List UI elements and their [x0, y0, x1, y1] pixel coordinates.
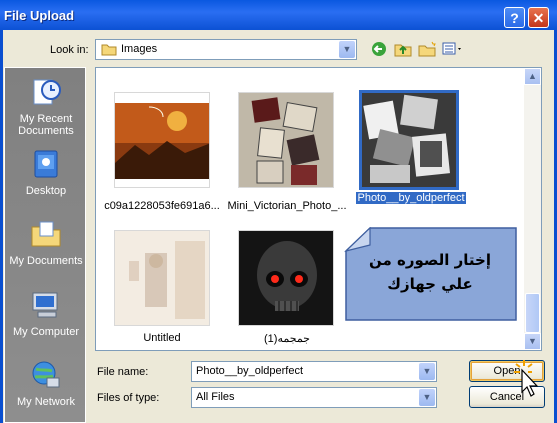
place-label: My Network [16, 396, 76, 408]
look-in-select[interactable]: Images ▼ [95, 39, 357, 60]
place-recent-documents[interactable]: My Recent Documents [5, 76, 87, 137]
thumbnail-skull[interactable] [238, 230, 334, 326]
help-button[interactable]: ? [504, 7, 525, 28]
callout-line-2: علي جهازك [387, 275, 473, 293]
look-in-label: Look in: [50, 44, 89, 56]
files-of-type-label: Files of type: [97, 392, 160, 404]
place-label: My Recent Documents [18, 113, 74, 137]
folder-icon [101, 44, 117, 56]
file-name-value: Photo__by_oldperfect [196, 365, 304, 377]
my-network-icon [32, 361, 60, 388]
back-icon[interactable] [369, 41, 389, 59]
chevron-down-icon[interactable]: ▼ [419, 389, 435, 406]
places-bar: My Recent Documents Desktop My Documents… [4, 67, 86, 423]
scroll-down-icon[interactable]: ▼ [524, 333, 541, 350]
place-label: My Computer [12, 326, 80, 338]
window-frame-left [0, 30, 3, 423]
desktop-icon [34, 150, 58, 178]
up-folder-icon[interactable] [393, 41, 413, 59]
place-my-documents[interactable]: My Documents [5, 218, 87, 267]
new-folder-icon[interactable] [417, 41, 437, 59]
chevron-down-icon[interactable]: ▼ [339, 41, 355, 58]
thumbnail-victorian-collage[interactable] [238, 92, 334, 188]
file-name[interactable]: Untitled [98, 332, 226, 344]
callout-line-1: إختار الصوره من [368, 251, 492, 269]
scroll-up-icon[interactable]: ▲ [524, 68, 541, 85]
place-label: Desktop [25, 185, 67, 197]
file-name[interactable]: c09a1228053fe691a6... [98, 200, 226, 212]
file-name[interactable]: Mini_Victorian_Photo_... [222, 200, 352, 212]
views-menu-icon[interactable] [441, 41, 465, 59]
title-bar[interactable]: File Upload ? ✕ [0, 0, 557, 30]
file-name-input[interactable]: Photo__by_oldperfect ▼ [191, 361, 437, 382]
callout-annotation: إختار الصوره من علي جهازك [344, 227, 518, 322]
vertical-scrollbar[interactable]: ▲ ▼ [524, 68, 541, 350]
window-title: File Upload [4, 8, 75, 23]
close-button[interactable]: ✕ [528, 7, 549, 28]
thumbnail-sunset[interactable] [114, 92, 210, 188]
scroll-thumb[interactable] [525, 293, 540, 333]
look-in-value: Images [121, 43, 158, 55]
mouse-cursor-icon [514, 360, 539, 397]
place-my-network[interactable]: My Network [5, 359, 87, 408]
files-of-type-select[interactable]: All Files ▼ [191, 387, 437, 408]
place-my-computer[interactable]: My Computer [5, 289, 87, 338]
file-name[interactable]: (جمجمه(1 [222, 332, 352, 345]
chevron-down-icon[interactable]: ▼ [419, 363, 435, 380]
file-name-label: File name: [97, 366, 149, 378]
thumbnail-photo-collage[interactable] [359, 90, 459, 190]
thumbnail-untitled[interactable] [114, 230, 210, 326]
files-of-type-value: All Files [196, 391, 235, 403]
recent-documents-icon [33, 79, 61, 105]
place-label: My Documents [9, 255, 83, 267]
place-desktop[interactable]: Desktop [5, 148, 87, 197]
file-name-selected[interactable]: Photo__by_oldperfect [356, 192, 466, 204]
my-computer-icon [32, 292, 58, 318]
my-documents-icon [31, 221, 61, 247]
